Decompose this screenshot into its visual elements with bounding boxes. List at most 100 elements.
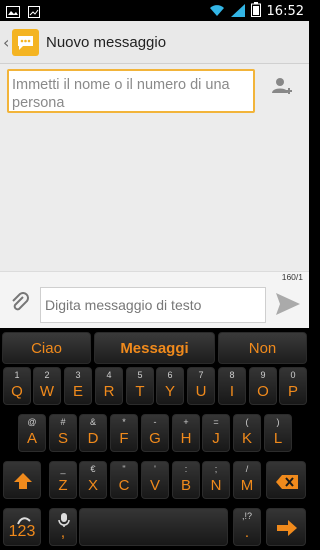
key-c[interactable]: " C	[110, 461, 138, 499]
key-alt: "	[122, 464, 126, 474]
key-x[interactable]: € X	[79, 461, 107, 499]
key-alt: €	[90, 464, 96, 474]
key-alt: *	[122, 417, 126, 427]
back-chevron-icon[interactable]: ‹	[3, 33, 9, 52]
messaging-app-icon[interactable]	[12, 29, 39, 56]
key-f[interactable]: * F	[110, 414, 138, 452]
numbers-key[interactable]: 123	[3, 508, 41, 546]
key-label: L	[273, 430, 283, 447]
suggestion-item[interactable]: Non	[218, 332, 307, 364]
add-contact-icon[interactable]	[271, 76, 293, 102]
key-alt: )	[276, 417, 280, 427]
shift-arrow-icon	[13, 471, 33, 495]
key-alt: ,!?	[241, 511, 252, 521]
key-label: V	[149, 477, 160, 494]
key-label: K	[241, 430, 252, 447]
suggestion-item[interactable]: Ciao	[2, 332, 91, 364]
recipients-area: Immetti il nome o il numero di una perso…	[0, 64, 309, 271]
key-label: B	[180, 477, 191, 494]
recipient-placeholder: Immetti il nome o il numero di una perso…	[12, 77, 230, 111]
key-b[interactable]: :B	[172, 461, 200, 499]
key-l[interactable]: ) L	[264, 414, 292, 452]
key-label: E	[72, 383, 83, 400]
key-label: F	[119, 430, 129, 447]
mic-comma-key[interactable]: ,	[49, 508, 77, 546]
enter-key[interactable]	[266, 508, 306, 546]
key-t[interactable]: 5T	[126, 367, 154, 405]
key-row: 123 , ,!? .	[0, 508, 309, 546]
key-s[interactable]: # S	[49, 414, 77, 452]
key-n[interactable]: ; N	[202, 461, 230, 499]
backspace-icon	[276, 474, 298, 493]
key-a[interactable]: @ A	[18, 414, 46, 452]
key-alt: '	[154, 464, 156, 474]
backspace-key[interactable]	[266, 461, 306, 499]
action-bar: ‹ Nuovo messaggio	[0, 21, 309, 64]
gallery-notification-icon	[6, 3, 20, 22]
send-icon[interactable]	[275, 292, 301, 320]
key-r[interactable]: 4R	[95, 367, 123, 405]
key-label: U	[195, 383, 207, 400]
key-label: Y	[164, 383, 175, 400]
key-row: @ A # S & D * F -G + H = J (K ) L	[0, 414, 309, 452]
key-label: I	[229, 383, 235, 400]
key-label: T	[135, 383, 145, 400]
key-h[interactable]: + H	[172, 414, 200, 452]
key-label: O	[257, 383, 269, 400]
key-alt: 7	[198, 370, 204, 380]
key-label: Z	[58, 477, 68, 494]
key-label: D	[87, 430, 99, 447]
key-i[interactable]: 8I	[218, 367, 246, 405]
key-label: .	[244, 524, 250, 541]
clock: 16:52	[266, 4, 304, 19]
key-j[interactable]: = J	[202, 414, 230, 452]
recipient-input[interactable]: Immetti il nome o il numero di una perso…	[7, 69, 255, 113]
key-alt: (	[245, 417, 249, 427]
image-notification-icon	[28, 3, 40, 22]
key-p[interactable]: 0P	[279, 367, 307, 405]
key-v[interactable]: ' V	[141, 461, 169, 499]
shift-key[interactable]	[3, 461, 41, 499]
key-label: R	[103, 383, 115, 400]
suggestion-bar: Ciao Messaggi Non	[0, 332, 309, 365]
page-title: Nuovo messaggio	[46, 34, 167, 51]
key-q[interactable]: 1Q	[3, 367, 31, 405]
status-bar: 16:52	[0, 0, 309, 21]
enter-arrow-icon	[277, 520, 297, 540]
key-o[interactable]: 9O	[249, 367, 277, 405]
numbers-label: 123	[8, 523, 36, 540]
key-row: _ Z € X " C ' V :B ; N / M	[0, 461, 309, 499]
key-alt: 3	[75, 370, 81, 380]
battery-icon	[250, 2, 261, 21]
key-alt: 5	[137, 370, 143, 380]
key-label: W	[39, 383, 55, 400]
char-counter: 160/1	[281, 272, 303, 282]
key-label: N	[210, 477, 222, 494]
key-w[interactable]: 2W	[33, 367, 61, 405]
key-alt: 9	[260, 370, 266, 380]
message-input[interactable]: Digita messaggio di testo	[40, 287, 266, 323]
space-key[interactable]	[79, 508, 228, 546]
key-alt: ;	[214, 464, 218, 474]
key-u[interactable]: 7U	[187, 367, 215, 405]
key-m[interactable]: / M	[233, 461, 261, 499]
key-alt: +	[183, 417, 189, 427]
key-e[interactable]: 3E	[64, 367, 92, 405]
key-alt: 6	[167, 370, 173, 380]
key-g[interactable]: -G	[141, 414, 169, 452]
key-y[interactable]: 6Y	[156, 367, 184, 405]
key-alt: 1	[14, 370, 20, 380]
period-key[interactable]: ,!? .	[233, 508, 261, 546]
signal-icon	[230, 2, 245, 21]
key-label: M	[240, 477, 254, 494]
key-d[interactable]: & D	[79, 414, 107, 452]
key-label: Q	[11, 383, 23, 400]
key-k[interactable]: (K	[233, 414, 261, 452]
key-alt: 0	[290, 370, 296, 380]
attach-paperclip-icon[interactable]	[10, 292, 30, 318]
key-alt: _	[60, 464, 66, 474]
message-placeholder: Digita messaggio di testo	[45, 297, 202, 313]
suggestion-item[interactable]: Messaggi	[94, 332, 215, 364]
key-z[interactable]: _ Z	[49, 461, 77, 499]
keyboard: Ciao Messaggi Non 1Q 2W 3E 4R 5T 6Y 7U 8…	[0, 328, 309, 550]
